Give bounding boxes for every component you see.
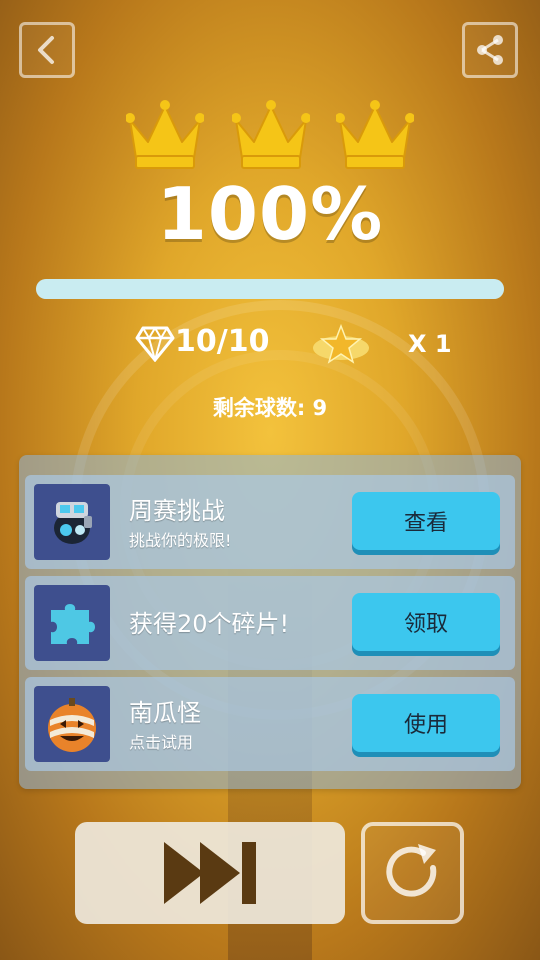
- puzzle-piece-icon: [34, 585, 110, 661]
- offer-subtitle: 点击试用: [129, 733, 194, 752]
- crown-icon: [126, 100, 204, 169]
- back-button[interactable]: [19, 22, 75, 78]
- completion-percent: 100%: [156, 172, 384, 256]
- offer-title: 南瓜怪: [129, 699, 201, 727]
- share-button[interactable]: [462, 22, 518, 78]
- offer-title: 获得20个碎片!: [129, 610, 290, 638]
- offers-panel: 周赛挑战 挑战你的极限! 查看 获得20个碎片! 领取 南瓜怪 点击试用 使用: [19, 455, 521, 789]
- fast-forward-icon: [164, 842, 256, 904]
- stats-row: 10/10 X 1: [0, 320, 540, 370]
- diamond-icon: [135, 326, 175, 362]
- offer-subtitle: 挑战你的极限!: [129, 531, 232, 550]
- offer-card-fragments: 获得20个碎片! 领取: [25, 576, 515, 670]
- pumpkin-ball-icon: [34, 686, 110, 762]
- skip-button[interactable]: [75, 822, 345, 924]
- share-icon: [477, 35, 503, 65]
- gems-count: 10/10: [175, 324, 270, 359]
- crown-icon: [336, 100, 414, 169]
- progress-bar: [36, 279, 504, 299]
- crown-rating: [0, 98, 540, 178]
- offer-card-pumpkin: 南瓜怪 点击试用 使用: [25, 677, 515, 771]
- star-icon: [313, 324, 369, 364]
- replay-button[interactable]: [361, 822, 464, 924]
- progress-bar-fill: [36, 279, 504, 299]
- offer-card-weekly-challenge: 周赛挑战 挑战你的极限! 查看: [25, 475, 515, 569]
- offer-title: 周赛挑战: [129, 497, 225, 525]
- replay-icon: [385, 844, 436, 897]
- remaining-balls: 剩余球数: 9: [212, 396, 328, 420]
- view-button[interactable]: 查看: [352, 492, 500, 550]
- robot-ball-icon: [34, 484, 110, 560]
- crown-icon: [232, 100, 310, 169]
- back-arrow-icon: [38, 36, 54, 64]
- claim-button[interactable]: 领取: [352, 593, 500, 651]
- star-multiplier: X 1: [408, 330, 452, 358]
- use-button[interactable]: 使用: [352, 694, 500, 752]
